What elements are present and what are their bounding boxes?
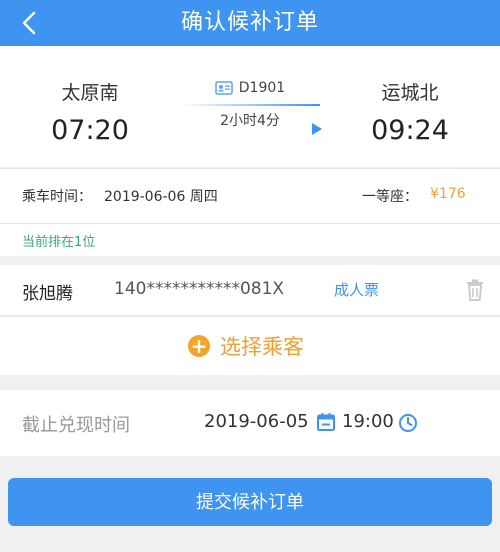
train-number-text: D1901 [238, 80, 286, 96]
passenger-name: 张旭腾 [22, 284, 73, 304]
route-arrow [180, 104, 322, 135]
add-passenger-button[interactable]: + 选择乘客 [188, 331, 304, 361]
queue-status-row: 当前排在1位 [0, 223, 500, 256]
train-info-card: 太原南 07:20 D1901 2小时4分 运城北 09:24 [0, 46, 500, 167]
trip-duration: 2小时4分 [220, 113, 280, 129]
arrival-time: 09:24 [371, 115, 449, 146]
departure-time: 07:20 [51, 115, 129, 146]
arrival-station: 运城北 09:24 [330, 46, 490, 146]
id-card-icon [215, 81, 233, 95]
deadline-date[interactable]: 2019-06-05 [204, 411, 309, 432]
add-passenger-row: + 选择乘客 [0, 316, 500, 375]
queue-position: 当前排在1位 [22, 235, 96, 250]
train-number[interactable]: D1901 [180, 80, 320, 96]
calendar-icon[interactable] [316, 412, 336, 432]
seat-class-label: 一等座： [362, 189, 418, 205]
departure-station-name: 太原南 [61, 82, 119, 104]
deadline-row: 截止兑现时间 2019-06-05 19:00 [0, 390, 500, 456]
submit-order-button[interactable]: 提交候补订单 [8, 478, 492, 526]
plus-icon: + [188, 335, 210, 357]
departure-station: 太原南 07:20 [10, 46, 170, 146]
passenger-id-number: 140***********081X [114, 279, 285, 299]
seat-price: ¥176 [430, 186, 466, 202]
ticket-type-button[interactable]: 成人票 [334, 279, 379, 300]
arrival-station-name: 运城北 [381, 82, 439, 104]
add-passenger-label: 选择乘客 [220, 335, 304, 359]
page-title: 确认候补订单 [180, 10, 319, 35]
ride-date: 2019-06-06 周四 [104, 189, 218, 205]
passenger-row: 张旭腾 140***********081X 成人票 [0, 265, 500, 315]
clock-icon[interactable] [398, 413, 418, 433]
train-route: D1901 2小时4分 [180, 80, 322, 135]
header-bar: 确认候补订单 [0, 0, 500, 46]
trash-icon[interactable] [464, 278, 486, 302]
deadline-label: 截止兑现时间 [22, 415, 130, 436]
ride-time-label: 乘车时间： [22, 189, 92, 205]
deadline-time[interactable]: 19:00 [342, 411, 394, 432]
ride-info-row: 乘车时间： 2019-06-06 周四 一等座： ¥176 [0, 168, 500, 223]
